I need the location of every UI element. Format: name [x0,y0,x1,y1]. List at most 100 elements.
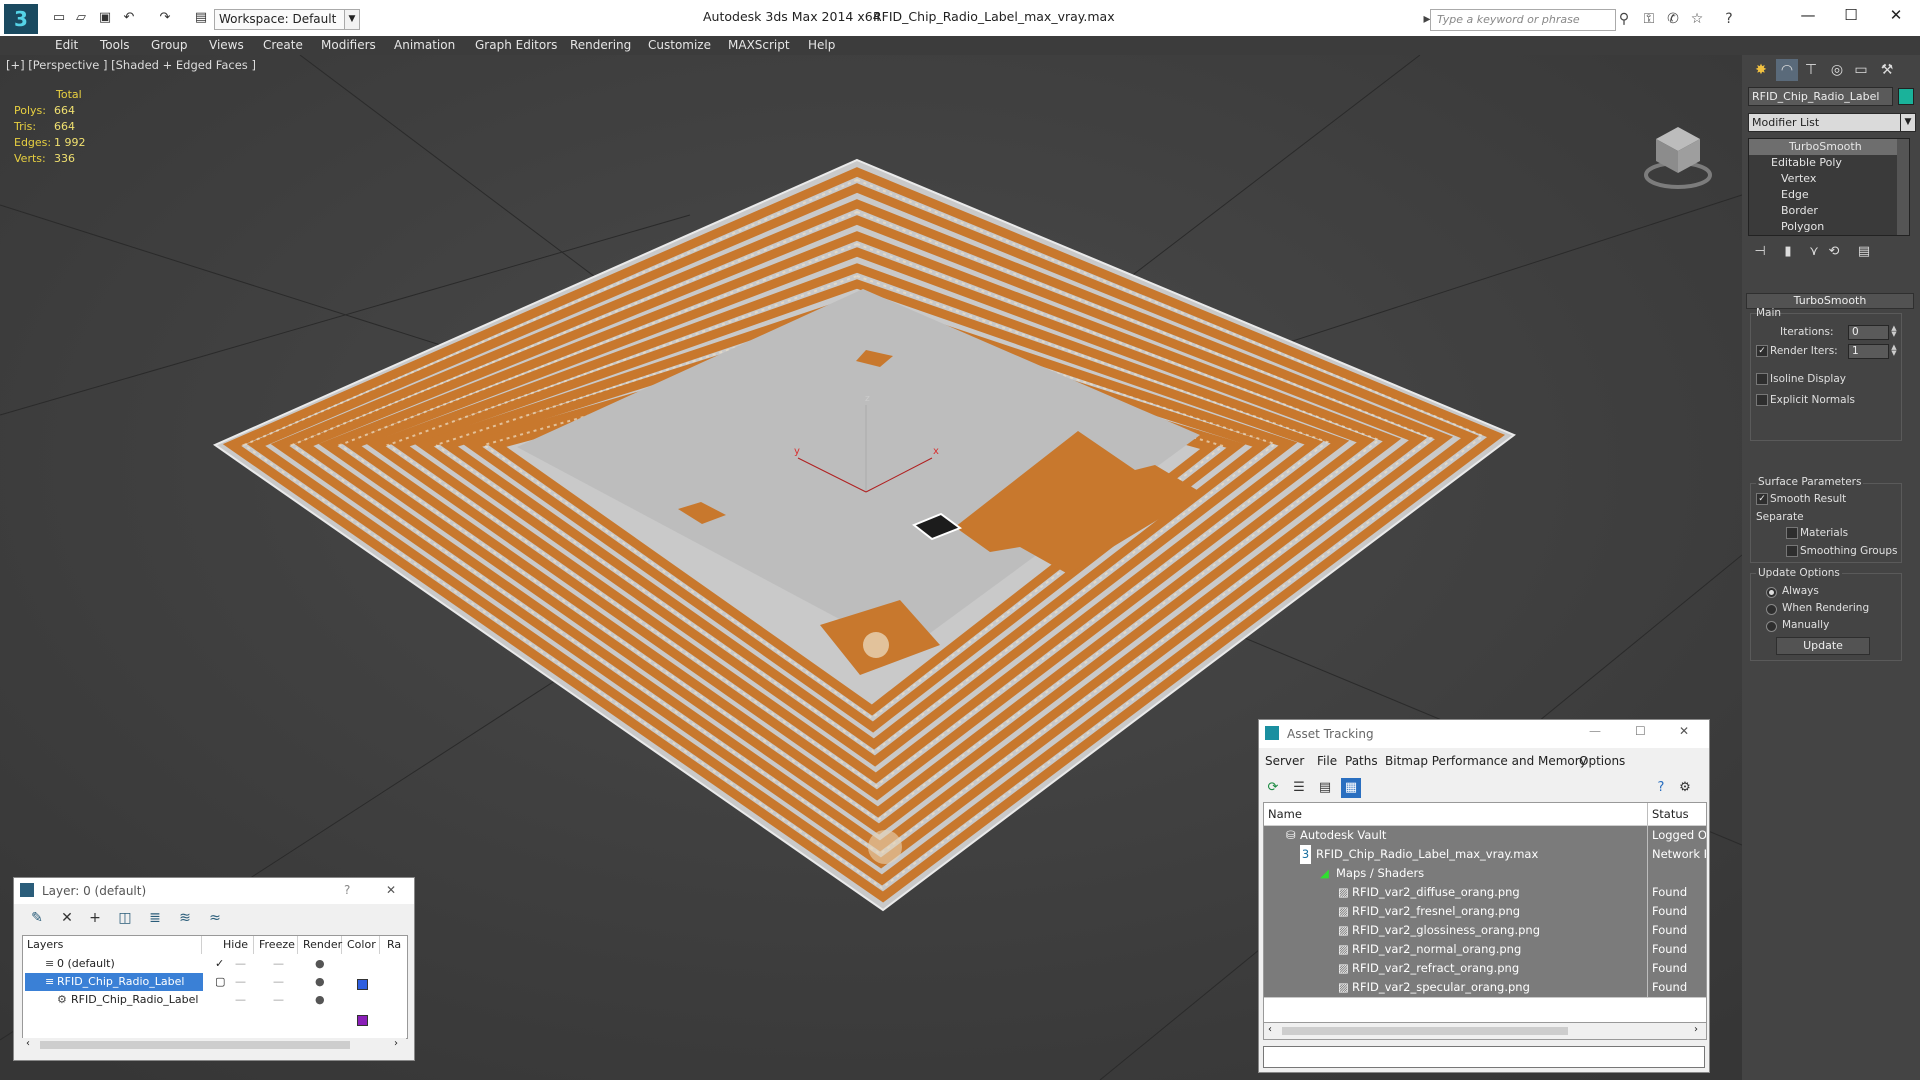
menu-paths[interactable]: Paths [1345,754,1378,768]
layer-window-titlebar[interactable]: Layer: 0 (default) ? ✕ [14,878,414,904]
column-header-render[interactable]: Render [303,936,342,954]
active-check-icon[interactable]: ✓ [215,955,224,973]
detail-view-icon[interactable]: ▤ [1315,778,1335,798]
configure-sets-icon[interactable]: ▤ [1854,244,1874,260]
stack-scrollbar[interactable] [1897,139,1909,235]
iterations-spinner[interactable]: 0 [1848,325,1889,340]
object-color-swatch[interactable] [1898,88,1914,105]
menu-animation[interactable]: Animation [394,38,455,52]
column-header-layers[interactable]: Layers [27,936,202,954]
horizontal-scrollbar[interactable]: ‹ › [1263,1022,1707,1040]
modifier-stack[interactable]: TurboSmooth Editable Poly Vertex Edge Bo… [1748,138,1910,236]
asset-row[interactable]: ▨ RFID_var2_fresnel_orang.png Found [1264,902,1706,922]
make-unique-icon[interactable]: ⋎ [1804,244,1824,260]
menu-edit[interactable]: Edit [55,38,78,52]
horizontal-scrollbar[interactable]: ‹ › [22,1038,406,1052]
asset-row[interactable]: ⛁ Autodesk Vault Logged Ou [1264,826,1706,846]
menu-customize[interactable]: Customize [648,38,711,52]
scroll-right-icon[interactable]: › [394,1038,398,1049]
hide-toggle[interactable]: — [235,955,246,973]
menu-file[interactable]: File [1317,754,1337,768]
motion-tab-icon[interactable]: ◎ [1826,59,1848,81]
modify-tab-icon[interactable]: ◠ [1776,59,1798,81]
help-icon[interactable]: ? [344,883,350,897]
minimize-button[interactable]: — [1589,724,1601,738]
settings-icon[interactable]: ⚙ [1675,778,1695,798]
asset-row[interactable]: ▨ RFID_var2_glossiness_orang.png Found [1264,921,1706,941]
menu-group[interactable]: Group [151,38,188,52]
when-rendering-radio[interactable] [1766,604,1777,615]
menu-bitmap-performance[interactable]: Bitmap Performance and Memory [1385,754,1587,768]
layer-color-swatch[interactable] [357,1015,368,1026]
refresh-icon[interactable]: ⟳ [1263,778,1283,798]
asset-row[interactable]: ▨ RFID_var2_diffuse_orang.png Found [1264,883,1706,903]
smooth-result-checkbox[interactable]: ✓ [1756,493,1768,505]
spinner-arrows-icon[interactable]: ▲ ▼ [1890,325,1898,338]
maximize-button[interactable]: ☐ [1831,4,1871,26]
create-tab-icon[interactable]: ✸ [1750,59,1772,81]
pin-stack-icon[interactable]: ⊣ [1750,244,1770,260]
render-iters-spinner[interactable]: 1 [1848,344,1889,359]
workspace-dropdown[interactable]: Workspace: Default [214,9,350,30]
column-header-hide[interactable]: Hide [223,936,254,954]
layer-row[interactable]: ≡ RFID_Chip_Radio_Label ▢ — — ● [23,973,407,1026]
utilities-tab-icon[interactable]: ⚒ [1876,59,1898,81]
stack-item-editable-poly[interactable]: Editable Poly [1749,155,1909,171]
menu-rendering[interactable]: Rendering [570,38,631,52]
column-header-color[interactable]: Color [347,936,380,954]
always-radio[interactable] [1766,587,1777,598]
undo-icon[interactable]: ↶ [120,9,138,27]
asset-row[interactable]: ▨ RFID_var2_refract_orang.png Found [1264,959,1706,979]
favorites-star-icon[interactable]: ☆ [1688,10,1706,28]
asset-row[interactable]: ▨ RFID_var2_specular_orang.png Found [1264,978,1706,998]
add-to-layer-icon[interactable]: ▢ [215,973,225,991]
communication-icon[interactable]: ✆ [1664,10,1682,28]
project-folder-icon[interactable]: ▤ [192,9,210,27]
scroll-left-icon[interactable]: ‹ [26,1038,30,1049]
menu-help[interactable]: Help [808,38,835,52]
redo-icon[interactable]: ↷ [156,9,174,27]
help-icon[interactable]: ? [1720,10,1738,28]
column-header-freeze[interactable]: Freeze [259,936,298,954]
freeze-all-icon[interactable]: ≈ [206,909,224,927]
search-input[interactable]: Type a keyword or phrase [1430,9,1616,31]
table-view-icon[interactable]: ▦ [1341,778,1361,798]
open-file-icon[interactable]: ▱ [72,9,90,27]
close-button[interactable]: ✕ [1876,4,1916,26]
display-tab-icon[interactable]: ▭ [1850,59,1872,81]
binoculars-icon[interactable]: ⚲ [1615,10,1633,28]
update-button[interactable]: Update [1776,637,1870,655]
delete-layer-icon[interactable]: ✕ [58,909,76,927]
render-teapot-icon[interactable]: ● [315,991,325,1009]
scroll-thumb[interactable] [1282,1027,1568,1035]
stack-item-turbosmooth[interactable]: TurboSmooth [1749,139,1909,155]
menu-maxscript[interactable]: MAXScript [728,38,790,52]
add-selection-icon[interactable]: + [86,909,104,927]
hierarchy-tab-icon[interactable]: ⊤ [1800,59,1822,81]
explicit-normals-checkbox[interactable] [1756,394,1768,406]
render-teapot-icon[interactable]: ● [315,955,325,973]
show-end-result-icon[interactable]: ▮ [1778,244,1798,260]
scroll-thumb[interactable] [40,1041,350,1049]
scroll-right-icon[interactable]: › [1694,1024,1698,1035]
help-icon[interactable]: ? [1651,778,1671,798]
chevron-down-icon[interactable]: ▼ [344,9,360,30]
freeze-toggle[interactable]: — [273,955,284,973]
scroll-left-icon[interactable]: ‹ [1268,1024,1272,1035]
render-iters-checkbox[interactable]: ✓ [1756,345,1768,357]
menu-views[interactable]: Views [209,38,244,52]
app-logo[interactable]: 3 [4,4,38,34]
hide-toggle[interactable]: — [235,991,246,1009]
viewport-label[interactable]: [+] [Perspective ] [Shaded + Edged Faces… [6,58,256,72]
new-layer-icon[interactable]: ✎ [28,909,46,927]
menu-options[interactable]: Options [1579,754,1625,768]
stack-item-polygon[interactable]: Polygon [1749,219,1909,235]
asset-tracking-titlebar[interactable]: Asset Tracking — ☐ ✕ [1259,720,1709,748]
list-view-icon[interactable]: ☰ [1289,778,1309,798]
stack-item-vertex[interactable]: Vertex [1749,171,1909,187]
smoothing-groups-checkbox[interactable] [1786,545,1798,557]
remove-modifier-icon[interactable]: ⟲ [1824,244,1844,260]
asset-row[interactable]: ▨ RFID_var2_normal_orang.png Found [1264,940,1706,960]
asset-row[interactable]: 3 RFID_Chip_Radio_Label_max_vray.max Net… [1264,845,1706,865]
freeze-toggle[interactable]: — [273,973,284,991]
